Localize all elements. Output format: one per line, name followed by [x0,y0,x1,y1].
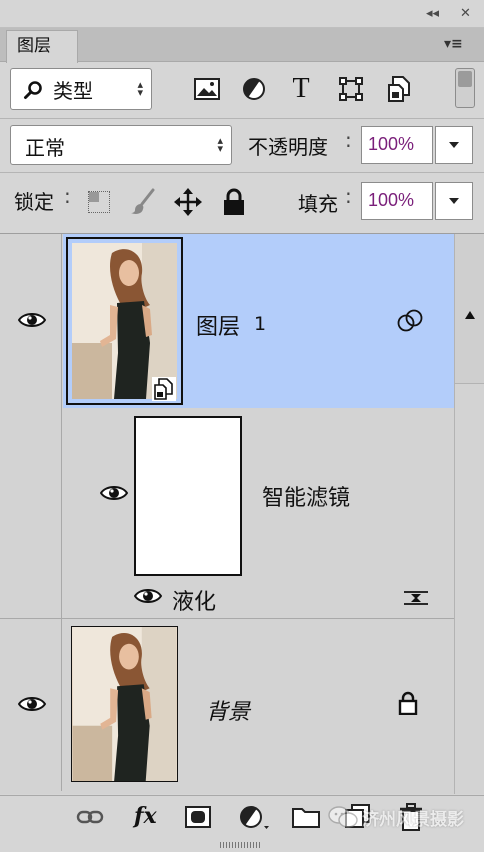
eye-icon[interactable] [18,695,46,713]
layer-thumbnail-frame[interactable] [66,237,183,405]
lock-label: 锁定 [14,190,54,214]
smart-filter-row[interactable] [63,408,454,618]
layer-style-fx-icon[interactable]: fx [134,803,157,829]
filter-effect-name[interactable]: 液化 [172,584,216,616]
label-colon: : [345,184,352,208]
chevron-down-icon [449,142,459,148]
label-colon: : [345,128,352,152]
layer-name[interactable]: 背景 [206,694,250,726]
close-panel-icon[interactable]: ✕ [460,6,471,21]
opacity-dropdown-button[interactable] [435,126,473,164]
panel-menu-icon[interactable]: ▾≡ [444,36,463,52]
image-filter-icon[interactable] [193,75,221,103]
eye-icon[interactable] [134,587,162,605]
scroll-up-arrow-icon[interactable] [464,310,476,320]
eye-icon[interactable] [100,484,128,502]
panel-footer: fx 济州风景摄影 [0,795,484,839]
visibility-column [0,408,62,618]
fill-input[interactable]: 100% [361,182,433,220]
lock-image-pixels-icon[interactable] [128,188,156,216]
updown-arrow-icon: ▴ ▾ [217,134,223,155]
filter-mask-thumbnail[interactable] [134,416,242,576]
new-adjustment-layer-icon[interactable] [240,806,270,830]
filter-type-label: 类型 [53,79,93,103]
opacity-label: 不透明度 [248,135,328,159]
divider [0,172,484,173]
label-colon: : [64,184,71,208]
lock-transparent-pixels-icon[interactable] [88,191,110,213]
divider [0,118,484,119]
type-filter-icon[interactable]: T [287,73,315,104]
search-icon [24,81,42,99]
eye-icon[interactable] [18,311,46,329]
blend-mode-value: 正常 [25,136,65,160]
blend-mode-select[interactable]: 正常 ▴ ▾ [10,125,232,165]
link-layers-icon[interactable] [76,809,104,825]
photo-thumbnail[interactable] [71,626,178,782]
smart-filter-name[interactable]: 智能滤镜 [262,480,350,512]
watermark-text: 济州风景摄影 [362,809,464,830]
panel-title-bar: ◂◂ ✕ [0,0,484,28]
add-mask-icon[interactable] [185,806,211,828]
smart-object-badge-icon [152,377,176,401]
shape-filter-icon[interactable] [337,75,365,103]
blending-options-icon[interactable] [403,588,429,608]
scrollbar-track[interactable] [454,234,484,794]
adjustment-filter-icon[interactable] [240,75,268,103]
smart-filters-icon[interactable] [397,309,425,333]
updown-arrow-icon: ▴ ▾ [137,78,143,99]
fill-label: 填充 [298,192,338,216]
opacity-input[interactable]: 100% [361,126,433,164]
layer-lock-icon[interactable] [398,691,418,715]
new-group-folder-icon[interactable] [292,806,320,828]
photo-thumbnail [72,243,177,399]
chevron-down-icon [449,198,459,204]
tab-layers[interactable]: 图层 [6,30,78,63]
smart-object-filter-icon[interactable] [385,75,413,103]
watermark: 济州风景摄影 [328,802,484,832]
lock-position-icon[interactable] [174,188,202,216]
wechat-logo-icon [328,806,358,828]
layer-number: 1 [254,313,267,335]
collapse-panel-icon[interactable]: ◂◂ [426,6,439,21]
layer-name[interactable]: 图层 [196,309,240,341]
filter-toggle-switch[interactable] [455,68,475,108]
scrollbar-thumb[interactable] [455,234,484,384]
panel-resize-grip[interactable] [0,838,484,852]
lock-all-icon[interactable] [222,188,246,216]
layers-list: 图层 1 智能滤镜 液化 背景 [0,234,484,794]
fill-dropdown-button[interactable] [435,182,473,220]
filter-type-select[interactable]: 类型 ▴ ▾ [10,68,152,110]
